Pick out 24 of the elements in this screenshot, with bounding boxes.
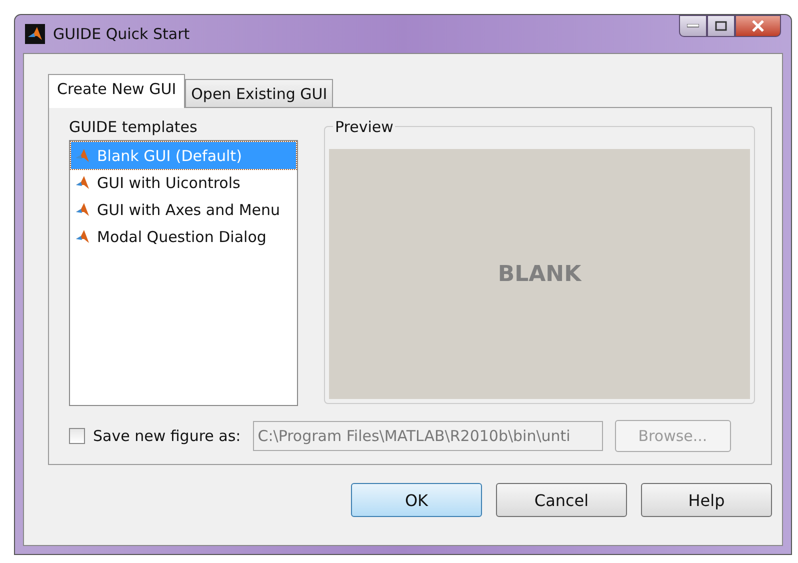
maximize-button[interactable] — [707, 15, 735, 37]
tab[interactable]: Open Existing GUI — [185, 79, 334, 107]
dialog-button[interactable]: Cancel — [496, 483, 627, 517]
figure-file-icon — [75, 228, 91, 244]
tab[interactable]: Create New GUI — [48, 74, 186, 108]
dialog-button[interactable]: OK — [351, 483, 482, 517]
figure-file-icon — [75, 202, 91, 218]
template-list-item[interactable]: GUI with Axes and Menu — [71, 196, 296, 223]
template-list[interactable]: Blank GUI (Default) GUI with Uicontrols GUI with Axes and Menu Modal Question Dialog — [69, 140, 298, 406]
save-label: Save new figure as: — [93, 427, 241, 445]
figure-file-icon — [75, 148, 91, 164]
window-title: GUIDE Quick Start — [53, 25, 190, 43]
template-list-item[interactable]: GUI with Uicontrols — [71, 169, 296, 196]
maximize-icon — [715, 21, 727, 31]
template-list-item[interactable]: Modal Question Dialog — [71, 223, 296, 250]
preview-text: BLANK — [498, 262, 582, 286]
app-logo-icon — [25, 24, 45, 44]
figure-file-icon — [75, 174, 91, 190]
close-icon — [751, 20, 765, 32]
close-button[interactable] — [735, 15, 781, 37]
minimize-icon — [687, 24, 699, 28]
templates-label: GUIDE templates — [69, 118, 198, 136]
dialog-button[interactable]: Help — [641, 483, 772, 517]
minimize-button[interactable] — [679, 15, 707, 37]
